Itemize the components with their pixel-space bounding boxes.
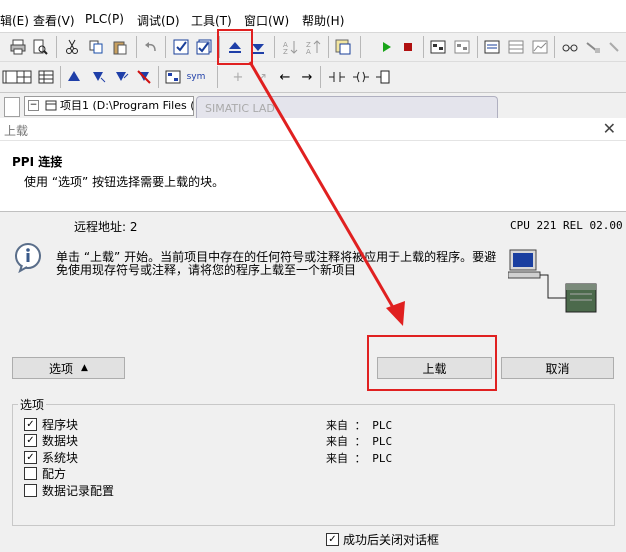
options-group-label: 选项 — [18, 396, 47, 413]
menu-plc[interactable]: PLC(P) — [85, 12, 124, 26]
toolbar-standard: AZ ZA — [0, 33, 626, 62]
checkbox-recipe[interactable] — [24, 467, 37, 480]
contact-icon[interactable] — [327, 67, 347, 87]
cancel-button[interactable]: 取消 — [501, 357, 614, 379]
stop-icon[interactable] — [398, 37, 418, 57]
option-label-program-block: 程序块 — [42, 418, 79, 432]
info-icon — [14, 243, 44, 274]
menu-help[interactable]: 帮助(H) — [302, 12, 344, 29]
undo-icon[interactable] — [141, 37, 161, 57]
force-icon[interactable] — [583, 37, 603, 57]
menu-tools[interactable]: 工具(T) — [191, 12, 232, 29]
left-panel-edge — [4, 97, 20, 117]
project-tree-root[interactable]: − 项目1 (D:\Program Files ( — [24, 96, 194, 116]
project-tree-label: 项目1 (D:\Program Files ( — [60, 99, 194, 112]
checkbox-data-log-config[interactable] — [24, 484, 37, 497]
address-toggle-icon[interactable] — [163, 67, 183, 87]
symbolic-addressing-icon[interactable]: sym — [185, 67, 207, 87]
check-icon: ✓ — [328, 533, 337, 545]
check-icon: ✓ — [26, 434, 35, 446]
program-status-icon[interactable] — [428, 37, 448, 57]
info-text-line2: 免使用现存符号或注释，请将您的程序上载至一个新项目 — [56, 263, 357, 277]
sort-descending-icon[interactable]: ZA — [303, 37, 323, 57]
menu-bar: 辑(E) 查看(V) PLC(P) 调试(D) 工具(T) 窗口(W) 帮助(H… — [0, 0, 626, 33]
close-icon[interactable]: ✕ — [603, 119, 616, 138]
status-pause-icon[interactable] — [452, 37, 472, 57]
checkbox-program-block[interactable]: ✓ — [24, 418, 37, 431]
option-source-program-block: 来自 ： PLC — [326, 419, 393, 432]
options-icon[interactable] — [333, 37, 353, 57]
menu-view[interactable]: 查看(V) — [33, 12, 75, 29]
insert-branch-up-icon[interactable]: ↗ — [252, 67, 272, 87]
project-icon — [45, 100, 56, 111]
dialog-title: 上载 — [4, 124, 29, 138]
download-icon[interactable] — [248, 37, 268, 57]
menu-window[interactable]: 窗口(W) — [244, 12, 289, 29]
editor-tab-label: SIMATIC LAD — [205, 102, 275, 115]
menu-edit[interactable]: 辑(E) — [0, 12, 29, 29]
option-label-recipe: 配方 — [42, 467, 67, 481]
arrow-right-icon[interactable]: → — [297, 67, 317, 87]
bookmark-clear-icon[interactable] — [134, 67, 154, 87]
trend-icon[interactable] — [530, 37, 550, 57]
compile-all-icon[interactable] — [194, 37, 214, 57]
cancel-button-label: 取消 — [545, 361, 570, 376]
checkbox-data-block[interactable]: ✓ — [24, 434, 37, 447]
symbol-table-icon[interactable] — [36, 67, 56, 87]
glasses-icon[interactable] — [560, 37, 580, 57]
print-preview-icon[interactable] — [30, 37, 50, 57]
option-label-data-block: 数据块 — [42, 434, 79, 448]
checkbox-close-on-success[interactable]: ✓ — [326, 533, 339, 546]
table-icon[interactable] — [506, 37, 526, 57]
dialog-header: PPI 连接 使用 “选项” 按钮选择需要上载的块。 — [0, 141, 626, 212]
svg-text:A: A — [306, 48, 311, 55]
print-icon[interactable] — [8, 37, 28, 57]
chevron-up-icon: ▲ — [81, 363, 88, 373]
sort-ascending-icon[interactable]: AZ — [280, 37, 300, 57]
upload-icon[interactable] — [225, 37, 245, 57]
bookmark-next-icon[interactable] — [88, 67, 108, 87]
option-label-system-block: 系统块 — [42, 451, 79, 465]
upload-button-label: 上载 — [422, 361, 447, 376]
header-subtitle: 使用 “选项” 按钮选择需要上载的块。 — [24, 175, 225, 189]
run-icon[interactable] — [376, 37, 396, 57]
header-title: PPI 连接 — [12, 155, 63, 169]
options-button[interactable]: 选项 ▲ — [12, 357, 125, 379]
coil-icon[interactable] — [351, 67, 371, 87]
bookmark-toggle-icon[interactable] — [64, 67, 84, 87]
svg-text:Z: Z — [283, 48, 288, 55]
insert-contact-icon[interactable]: + — [228, 67, 248, 87]
paste-icon[interactable] — [110, 37, 130, 57]
check-icon: ✓ — [26, 451, 35, 463]
chart-status-icon[interactable] — [482, 37, 502, 57]
close-on-success-label: 成功后关闭对话框 — [343, 533, 440, 547]
dialog-title-bar: 上载 ✕ — [0, 118, 626, 141]
tree-collapse-icon[interactable]: − — [28, 100, 39, 111]
option-source-system-block: 来自 ： PLC — [326, 452, 393, 465]
options-button-label: 选项 — [49, 361, 74, 376]
remote-address-label: 远程地址: 2 — [74, 220, 138, 234]
cpu-info: CPU 221 REL 02.00 — [510, 219, 623, 232]
bookmark-prev-icon[interactable] — [111, 67, 131, 87]
unforce-icon[interactable] — [606, 37, 626, 57]
option-source-data-block: 来自 ： PLC — [326, 435, 393, 448]
arrow-left-icon[interactable]: ← — [275, 67, 295, 87]
toolbar-instructions: sym + ↗ ← → — [0, 62, 626, 93]
box-icon[interactable] — [374, 67, 394, 87]
grid-icon[interactable] — [14, 67, 34, 87]
cut-icon[interactable] — [62, 37, 82, 57]
copy-icon[interactable] — [86, 37, 106, 57]
menu-debug[interactable]: 调试(D) — [137, 12, 180, 29]
options-group — [12, 404, 615, 526]
option-label-data-log-config: 数据记录配置 — [42, 484, 115, 498]
sym-label: sym — [186, 72, 206, 82]
upload-button[interactable]: 上载 — [377, 357, 492, 379]
pc-to-plc-icon — [507, 248, 600, 316]
compile-icon[interactable] — [171, 37, 191, 57]
checkbox-system-block[interactable]: ✓ — [24, 451, 37, 464]
check-icon: ✓ — [26, 418, 35, 430]
